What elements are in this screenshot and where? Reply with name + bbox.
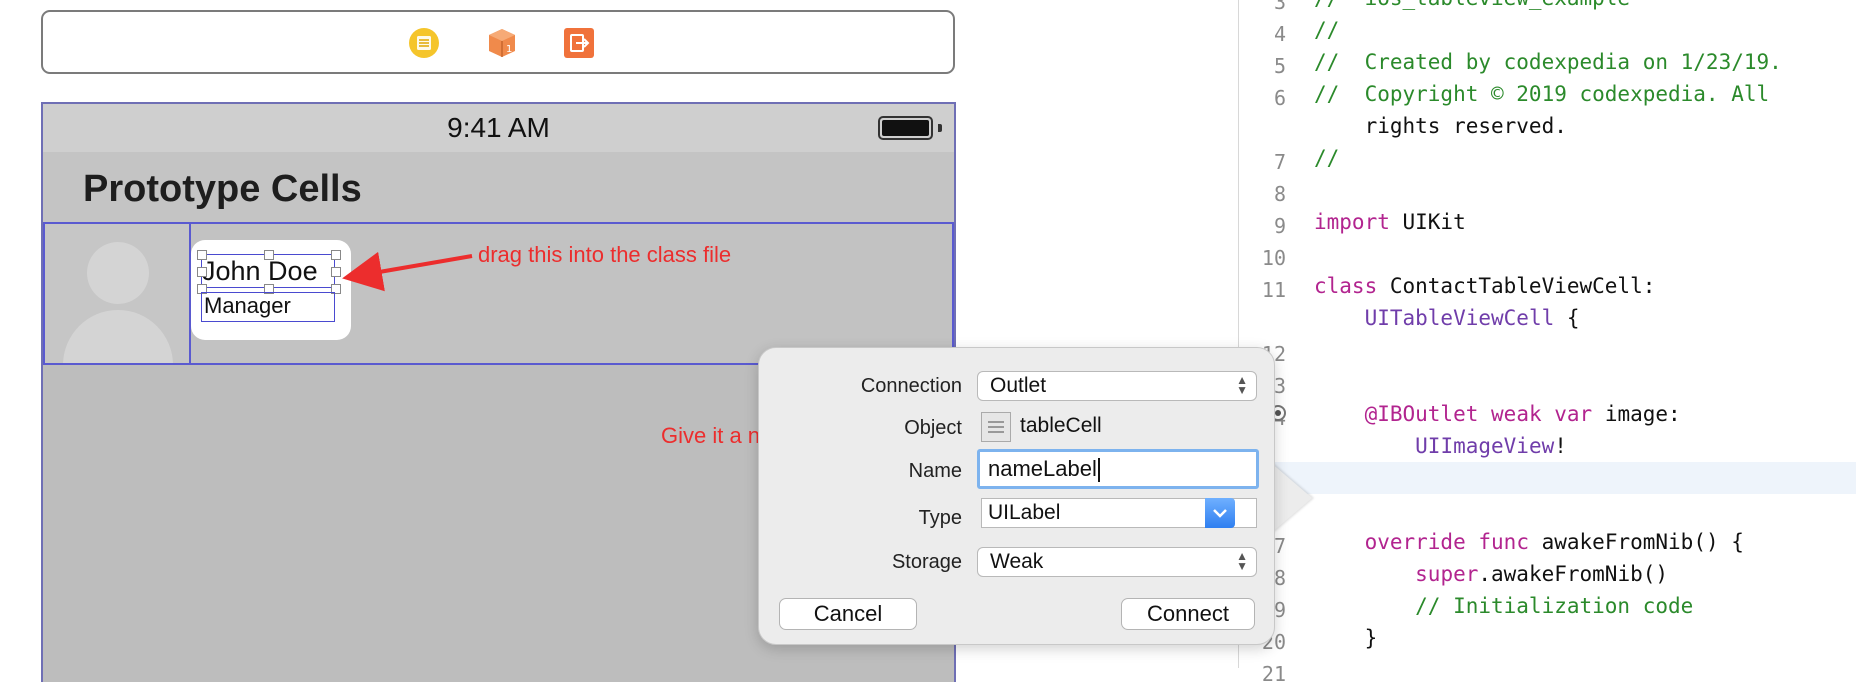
storage-value: Weak: [990, 550, 1044, 573]
code-line[interactable]: class ContactTableViewCell:: [1314, 274, 1655, 298]
connection-popover: Connection Outlet ▲ ▼ Object tableCell Nam…: [758, 347, 1275, 645]
chevron-down-icon: [1213, 509, 1227, 518]
code-line[interactable]: //: [1314, 18, 1339, 42]
line-number: 21: [1261, 662, 1286, 686]
line-number: 11: [1261, 278, 1286, 302]
code-line[interactable]: // Copyright © 2019 codexpedia. All: [1314, 82, 1769, 106]
code-line[interactable]: //: [1314, 146, 1339, 170]
code-line[interactable]: import UIKit: [1314, 210, 1466, 234]
code-line[interactable]: @IBOutlet weak var image:: [1314, 402, 1681, 426]
type-dropdown-button[interactable]: [1205, 498, 1235, 528]
type-label: Type: [918, 507, 962, 529]
code-line[interactable]: }: [1314, 626, 1378, 650]
type-value: UILabel: [988, 501, 1061, 524]
name-input[interactable]: nameLabel: [977, 449, 1259, 489]
current-line-highlight: [1275, 462, 1856, 494]
cancel-button[interactable]: Cancel: [779, 598, 917, 630]
code-line[interactable]: override func awakeFromNib() {: [1314, 530, 1744, 554]
storage-label: Storage: [891, 551, 962, 573]
storage-popup[interactable]: Weak ▲ ▼: [977, 547, 1257, 577]
line-number: 10: [1261, 246, 1286, 270]
connection-popup[interactable]: Outlet ▲ ▼: [977, 371, 1257, 401]
line-number: 4: [1273, 22, 1286, 46]
line-number: 3: [1273, 0, 1286, 14]
drag-arrow: [342, 251, 473, 292]
up-down-chevron-icon: ▲ ▼: [1236, 373, 1248, 397]
connection-label: Connection: [860, 375, 962, 397]
popover-arrow: [1270, 462, 1312, 534]
line-number: 6: [1273, 86, 1286, 110]
line-number: 5: [1273, 54, 1286, 78]
connection-value: Outlet: [990, 374, 1047, 397]
line-number: 7: [1273, 150, 1286, 174]
up-down-chevron-icon: ▲ ▼: [1236, 549, 1248, 573]
line-number: 8: [1273, 182, 1286, 206]
table-cell-icon: [981, 412, 1011, 442]
connect-button[interactable]: Connect: [1121, 598, 1255, 630]
code-line[interactable]: // Created by codexpedia on 1/23/19.: [1314, 50, 1782, 74]
code-line[interactable]: super.awakeFromNib(): [1314, 562, 1668, 586]
code-line[interactable]: rights reserved.: [1314, 114, 1567, 138]
code-line[interactable]: UITableViewCell {: [1314, 306, 1580, 330]
name-input-value: nameLabel: [988, 456, 1097, 481]
object-label: Object: [904, 417, 962, 439]
code-line[interactable]: UIImageView!: [1314, 434, 1567, 458]
object-value: tableCell: [1020, 414, 1102, 437]
line-number: 9: [1273, 214, 1286, 238]
name-label-text: Name: [908, 460, 962, 482]
text-caret: [1097, 458, 1100, 483]
code-line[interactable]: // ios_tableview_example: [1314, 0, 1630, 10]
code-line[interactable]: // Initialization code: [1314, 594, 1693, 618]
